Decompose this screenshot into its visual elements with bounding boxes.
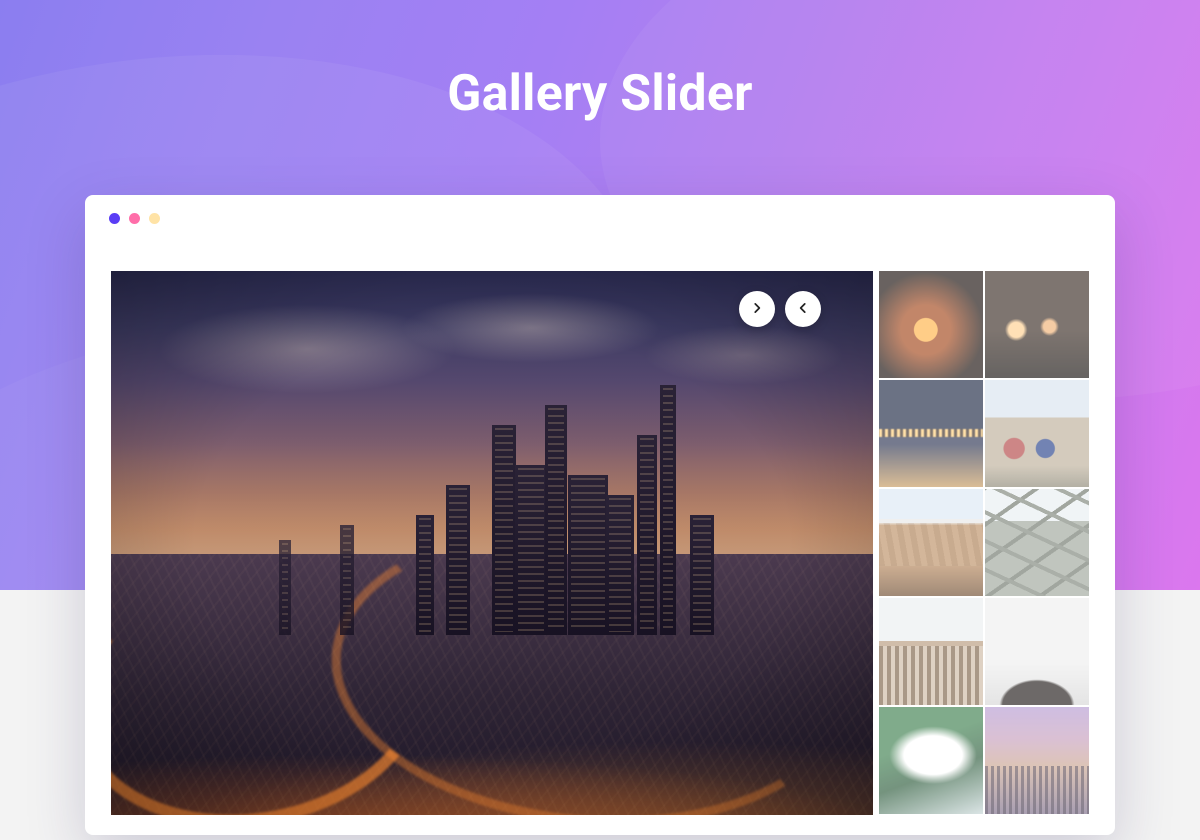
image-surface <box>111 271 873 815</box>
window-dot-close[interactable] <box>109 213 120 224</box>
window-titlebar <box>85 195 1115 241</box>
chevron-right-icon <box>750 300 764 319</box>
page-title: Gallery Slider <box>0 0 1200 123</box>
slider-next-button[interactable] <box>739 291 775 327</box>
thumbnail-strip <box>879 271 1089 815</box>
window-dot-minimize[interactable] <box>129 213 140 224</box>
gallery-slider <box>111 271 1089 835</box>
browser-window <box>85 195 1115 835</box>
thumbnail[interactable] <box>879 707 983 814</box>
window-dot-zoom[interactable] <box>149 213 160 224</box>
thumbnail[interactable] <box>985 598 1089 705</box>
chevron-left-icon <box>796 300 810 319</box>
thumbnail[interactable] <box>879 380 983 487</box>
thumbnail[interactable] <box>985 380 1089 487</box>
thumbnail[interactable] <box>985 489 1089 596</box>
thumbnail[interactable] <box>879 489 983 596</box>
thumbnail[interactable] <box>985 707 1089 814</box>
slider-prev-button[interactable] <box>785 291 821 327</box>
slider-main-image[interactable] <box>111 271 873 815</box>
thumbnail[interactable] <box>985 271 1089 378</box>
thumbnail[interactable] <box>879 271 983 378</box>
thumbnail[interactable] <box>879 598 983 705</box>
